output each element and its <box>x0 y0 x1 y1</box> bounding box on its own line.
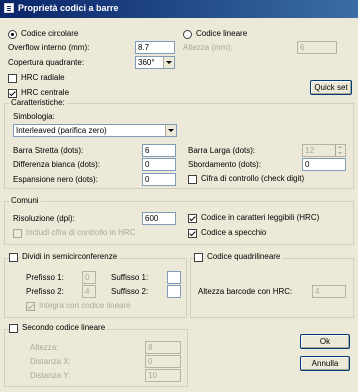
caratteri-leggibili-label: Codice in caratteri leggibili (HRC) <box>201 213 320 222</box>
annulla-button[interactable]: Annulla <box>300 356 350 371</box>
hrc-centrale-label: HRC centrale <box>21 88 70 97</box>
secondo-altezza-input[interactable]: 8 <box>145 341 181 354</box>
semicirconferenze-checkbox[interactable] <box>9 253 18 262</box>
chevron-down-icon[interactable] <box>165 125 176 136</box>
prefisso1-label: Prefisso 1: <box>26 273 64 282</box>
barra-larga-label: Barra Larga (dots): <box>188 146 256 155</box>
simbologia-value: Interleaved (parifica zero) <box>16 126 107 135</box>
copertura-select[interactable]: 360° <box>135 56 175 69</box>
prefisso2-label: Prefisso 2: <box>26 287 64 296</box>
codice-circolare-radio[interactable] <box>8 30 17 39</box>
integra-checkbox[interactable] <box>26 302 35 311</box>
distanza-y-input[interactable]: 10 <box>145 369 181 382</box>
hrc-radiale-checkbox[interactable] <box>8 74 17 83</box>
espansione-label: Espansione nero (dots): <box>13 175 98 184</box>
chevron-down-icon[interactable] <box>163 57 174 68</box>
includi-cifra-checkbox[interactable] <box>13 229 22 238</box>
distanza-x-input[interactable]: 0 <box>145 355 181 368</box>
quadrilineare-title: Codice quadrilineare <box>205 252 283 262</box>
window-title: Proprietà codici a barre <box>18 3 119 13</box>
overflow-input[interactable]: 8.7 <box>135 41 175 54</box>
hrc-centrale-checkbox[interactable] <box>8 89 17 98</box>
codice-lineare-radio[interactable] <box>183 30 192 39</box>
suffisso2-label: Suffisso 2: <box>111 287 149 296</box>
suffisso1-input[interactable] <box>167 271 181 284</box>
simbologia-label: Simbologia: <box>13 112 55 121</box>
secondo-title: Secondo codice lineare <box>20 323 108 333</box>
risoluzione-label: Risoluzione (dpi): <box>13 214 75 223</box>
ok-button[interactable]: Ok <box>300 334 350 349</box>
altezza-mm-label: Altezza (mm): <box>183 43 233 52</box>
copertura-label: Copertura quadrante: <box>8 58 85 67</box>
codice-lineare-label: Codice lineare <box>196 29 248 38</box>
overflow-label: Overflow interno (mm): <box>8 43 90 52</box>
title-bar[interactable]: Proprietà codici a barre <box>0 0 358 18</box>
simbologia-select[interactable]: Interleaved (parifica zero) <box>13 124 177 137</box>
secondo-checkbox[interactable] <box>9 324 18 333</box>
diff-bianca-label: Differenza bianca (dots): <box>13 160 101 169</box>
caratteri-leggibili-checkbox[interactable] <box>188 214 197 223</box>
semicirconferenze-title: Dividi in semicirconferenze <box>20 252 120 262</box>
window-icon <box>4 3 14 13</box>
quick-set-button[interactable]: Quick set <box>310 80 352 95</box>
sbordamento-input[interactable]: 0 <box>302 158 346 171</box>
sbordamento-label: Sbordamento (dots): <box>188 160 261 169</box>
codice-circolare-label: Codice circolare <box>21 29 79 38</box>
barra-larga-value: 12 <box>305 146 314 155</box>
hrc-radiale-label: HRC radiale <box>21 73 65 82</box>
barra-stretta-label: Barra Stretta (dots): <box>13 146 84 155</box>
codice-specchio-label: Codice a specchio <box>201 228 267 237</box>
prefisso1-input[interactable]: 0 <box>82 271 96 284</box>
altezza-mm-input[interactable]: 6 <box>297 41 337 54</box>
cifra-controllo-checkbox[interactable] <box>188 175 197 184</box>
codice-specchio-checkbox[interactable] <box>188 229 197 238</box>
distanza-x-label: Distanza X: <box>30 357 71 366</box>
barra-larga-input[interactable]: 12 <box>302 144 346 157</box>
secondo-altezza-label: Altezza: <box>30 343 59 352</box>
cifra-controllo-label: Cifra di controllo (check digit) <box>201 174 305 183</box>
spinner-icon[interactable] <box>335 145 345 156</box>
suffisso1-label: Suffisso 1: <box>111 273 149 282</box>
copertura-value: 360° <box>138 58 155 67</box>
comuni-title: Comuni <box>9 196 41 206</box>
barra-stretta-input[interactable]: 6 <box>142 144 176 157</box>
prefisso2-input[interactable]: 4 <box>82 285 96 298</box>
distanza-y-label: Distanza Y: <box>30 371 71 380</box>
altezza-hrc-label: Altezza barcode con HRC: <box>198 287 293 296</box>
diff-bianca-input[interactable]: 0 <box>142 158 176 171</box>
quadrilineare-checkbox[interactable] <box>194 253 203 262</box>
integra-label: Integra con codice lineare <box>39 301 131 310</box>
includi-cifra-label: Includi cifra di controllo in HRC <box>26 228 136 237</box>
espansione-input[interactable]: 0 <box>142 173 176 186</box>
risoluzione-input[interactable]: 600 <box>142 212 176 225</box>
caratteristiche-title: Caratteristiche: <box>9 98 67 108</box>
suffisso2-input[interactable] <box>167 285 181 298</box>
altezza-hrc-input[interactable]: 4 <box>312 285 346 298</box>
